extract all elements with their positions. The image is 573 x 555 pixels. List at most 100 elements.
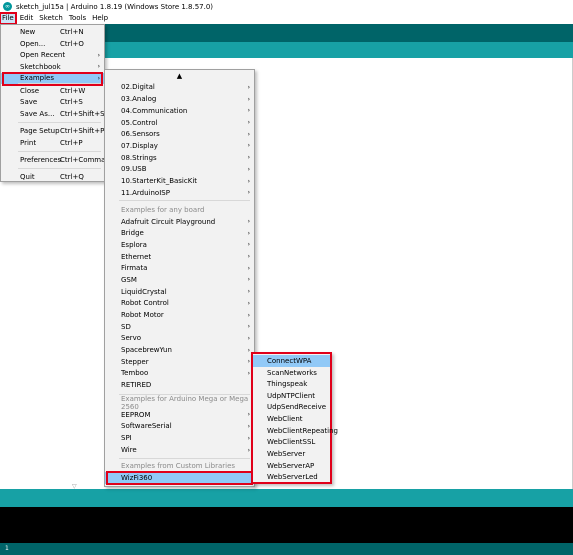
wizfi-example-udpsendreceive[interactable]: UdpSendReceive [253, 402, 330, 414]
menu-item-shortcut: Ctrl+N [60, 27, 84, 36]
menu-separator [18, 167, 101, 169]
menu-sketch[interactable]: Sketch [37, 13, 65, 24]
menu-item-retired[interactable]: RETIRED [105, 379, 254, 391]
wizfi-example-webserver[interactable]: WebServer [253, 448, 330, 460]
menu-item-03-analog[interactable]: 03.Analog › [105, 93, 254, 105]
menu-item-08-strings[interactable]: 08.Strings › [105, 152, 254, 164]
file-menu-item-open[interactable]: Open... Ctrl+O [1, 38, 104, 50]
menu-item-ethernet[interactable]: Ethernet › [105, 251, 254, 263]
menu-item-label: New [20, 27, 36, 36]
menu-item-label: 03.Analog [121, 95, 157, 104]
file-menu-item-save[interactable]: Save Ctrl+S [1, 97, 104, 109]
menu-file[interactable]: File [0, 12, 17, 25]
menu-item-label: Ethernet [121, 252, 152, 261]
wizfi-example-webserverled[interactable]: WebServerLed [253, 472, 330, 484]
menu-item-robot-control[interactable]: Robot Control › [105, 297, 254, 309]
menu-item-label: 08.Strings [121, 153, 157, 162]
menu-bar: File Edit Sketch Tools Help [0, 12, 573, 25]
menu-item-spi[interactable]: SPI › [105, 432, 254, 444]
menu-item-sd[interactable]: SD › [105, 321, 254, 333]
menu-item-label: EEPROM [121, 410, 151, 419]
menu-item-09-usb[interactable]: 09.USB › [105, 164, 254, 176]
menu-help[interactable]: Help [90, 13, 110, 24]
menu-item-label: ScanNetworks [267, 368, 317, 377]
wizfi-example-scannetworks[interactable]: ScanNetworks [253, 367, 330, 379]
submenu-arrow-icon: › [247, 422, 250, 430]
menu-item-adafruit-circuit-playground[interactable]: Adafruit Circuit Playground › [105, 216, 254, 228]
menu-item-10-starterkit-basickit[interactable]: 10.StarterKit_BasicKit › [105, 175, 254, 187]
menu-item-label: 09.USB [121, 165, 147, 174]
menu-item-label: SpacebrewYun [121, 346, 172, 355]
menu-item-servo[interactable]: Servo › [105, 332, 254, 344]
menu-item-02-digital[interactable]: 02.Digital › [105, 82, 254, 94]
menu-separator [119, 200, 250, 201]
menu-item-label: Page Setup [20, 126, 60, 135]
menu-item-11-arduinoisp[interactable]: 11.ArduinoISP › [105, 187, 254, 199]
file-menu-item-new[interactable]: New Ctrl+N [1, 26, 104, 38]
menu-item-label: WebClientSSL [267, 438, 316, 447]
wizfi-example-connectwpa[interactable]: ConnectWPA [253, 355, 330, 367]
menu-item-label: Examples [20, 74, 55, 83]
line-number: 1 [5, 545, 9, 552]
submenu-arrow-icon: › [247, 95, 250, 103]
menu-item-gsm[interactable]: GSM › [105, 274, 254, 286]
menu-separator [119, 458, 250, 459]
file-menu-item-preferences[interactable]: Preferences Ctrl+Comma [1, 154, 105, 166]
menu-item-label: UdpSendReceive [267, 403, 327, 412]
menu-item-eeprom[interactable]: EEPROM › [105, 409, 254, 421]
submenu-arrow-icon: › [247, 358, 250, 366]
menu-item-label: GSM [121, 275, 137, 284]
scroll-up-icon[interactable]: ▲ [105, 72, 254, 80]
menu-item-label: Temboo [121, 369, 149, 378]
menu-item-temboo[interactable]: Temboo › [105, 368, 254, 380]
menu-item-label: Save [20, 98, 38, 107]
menu-item-label: WebClient [267, 415, 303, 424]
menu-item-robot-motor[interactable]: Robot Motor › [105, 309, 254, 321]
menu-item-stepper[interactable]: Stepper › [105, 356, 254, 368]
menu-item-bridge[interactable]: Bridge › [105, 227, 254, 239]
menu-item-label: Wire [121, 446, 137, 455]
menu-tools[interactable]: Tools [67, 13, 88, 24]
menu-item-liquidcrystal[interactable]: LiquidCrystal › [105, 286, 254, 298]
menu-item-firmata[interactable]: Firmata › [105, 262, 254, 274]
file-menu-item-sketchbook[interactable]: Sketchbook › [1, 61, 104, 73]
submenu-arrow-icon: › [247, 107, 250, 115]
scroll-down-icon[interactable]: ▽ [72, 483, 77, 490]
file-menu-item-page-setup[interactable]: Page Setup Ctrl+Shift+P [1, 125, 104, 137]
file-menu-item-close[interactable]: Close Ctrl+W [1, 85, 104, 97]
menu-item-esplora[interactable]: Esplora › [105, 239, 254, 251]
menu-item-05-control[interactable]: 05.Control › [105, 117, 254, 129]
menu-separator [18, 121, 101, 123]
wizfi-example-webclient[interactable]: WebClient [253, 413, 330, 425]
file-menu-item-print[interactable]: Print Ctrl+P [1, 137, 104, 149]
submenu-arrow-icon: › [247, 264, 250, 272]
menu-item-label: WebServerAP [267, 461, 315, 470]
menu-edit[interactable]: Edit [18, 13, 36, 24]
menu-item-wire[interactable]: Wire › [105, 444, 254, 456]
menu-item-label: SD [121, 322, 131, 331]
file-menu-item-save-as[interactable]: Save As... Ctrl+Shift+S [1, 108, 105, 120]
menu-item-label: Quit [20, 172, 35, 181]
menu-item-label: WizFi360 [121, 473, 153, 482]
wizfi-example-udpntpclient[interactable]: UdpNTPClient [253, 390, 330, 402]
submenu-arrow-icon: › [247, 119, 250, 127]
file-menu: New Ctrl+N Open... Ctrl+O Open Recent › Sketch… [0, 24, 105, 182]
menu-item-spacebrewyun[interactable]: SpacebrewYun › [105, 344, 254, 356]
file-menu-item-open-recent[interactable]: Open Recent › [1, 50, 104, 62]
wizfi-example-webclientssl[interactable]: WebClientSSL [253, 437, 330, 449]
menu-item-softwareserial[interactable]: SoftwareSerial › [105, 421, 254, 433]
menu-item-04-communication[interactable]: 04.Communication › [105, 105, 254, 117]
submenu-arrow-icon: › [247, 229, 250, 237]
wizfi-example-webclientrepeating[interactable]: WebClientRepeating [253, 425, 338, 437]
status-bar: 1 [0, 543, 573, 555]
submenu-arrow-icon: › [247, 142, 250, 150]
wizfi-example-thingspeak[interactable]: Thingspeak [253, 378, 330, 390]
examples-item-wizfi360[interactable]: WizFi360 [105, 472, 254, 484]
file-menu-item-quit[interactable]: Quit Ctrl+Q [1, 171, 104, 183]
menu-item-06-sensors[interactable]: 06.Sensors › [105, 128, 254, 140]
menu-item-label: 04.Communication [121, 106, 188, 115]
submenu-arrow-icon: › [247, 276, 250, 284]
menu-item-label: Thingspeak [267, 380, 308, 389]
wizfi-example-webserverap[interactable]: WebServerAP [253, 460, 330, 472]
menu-item-07-display[interactable]: 07.Display › [105, 140, 254, 152]
